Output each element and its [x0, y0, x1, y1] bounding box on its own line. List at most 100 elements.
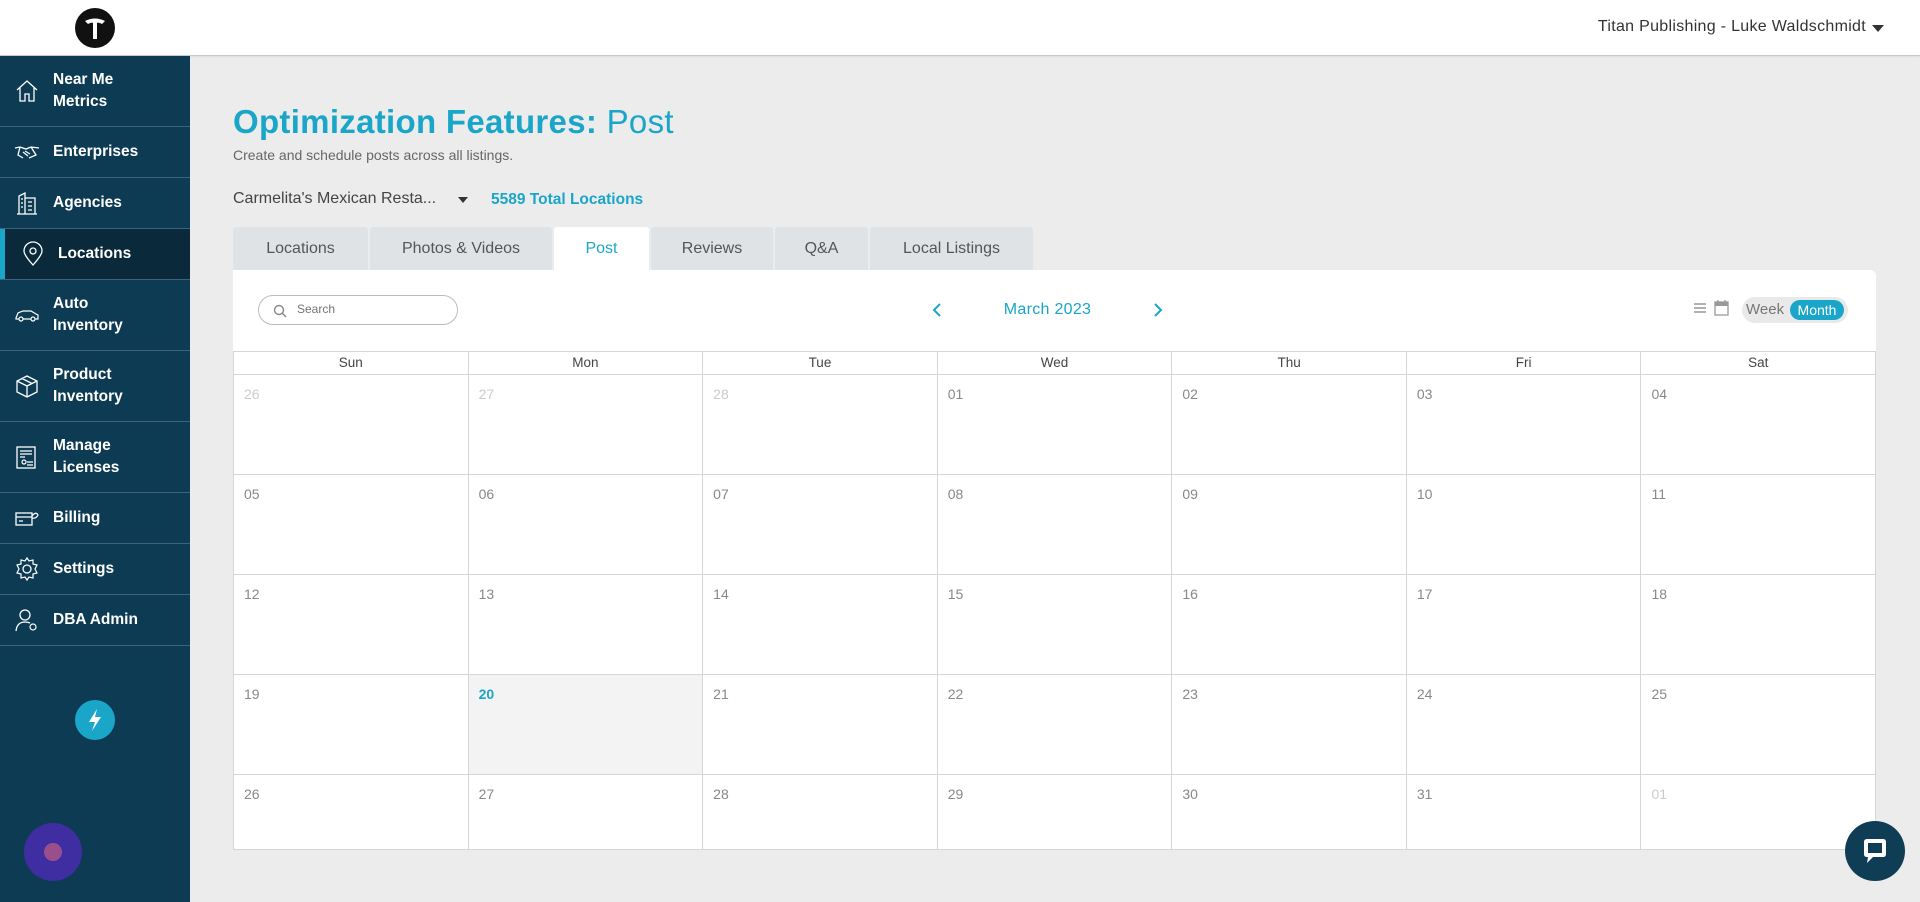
- day-cell[interactable]: 22: [938, 675, 1173, 774]
- day-cell[interactable]: 10: [1407, 475, 1642, 574]
- day-number: 27: [478, 386, 495, 402]
- calendar-view-icon[interactable]: [1714, 300, 1729, 316]
- day-number: 29: [947, 786, 964, 802]
- view-toggle: Week Month: [1742, 297, 1848, 323]
- sidebar-item-enterprises[interactable]: Enterprises: [0, 127, 190, 178]
- day-cell[interactable]: 15: [938, 575, 1173, 674]
- day-cell[interactable]: 25: [1641, 675, 1877, 774]
- search-input[interactable]: [297, 302, 447, 316]
- month-label: March 2023: [1003, 301, 1092, 318]
- top-bar: Titan Publishing - Luke Waldschmidt: [0, 0, 1920, 56]
- day-cell[interactable]: 03: [1407, 375, 1642, 474]
- day-number: 18: [1651, 586, 1668, 602]
- sidebar-item-label: Locations: [58, 245, 132, 262]
- list-view-icon[interactable]: [1693, 301, 1707, 315]
- view-week-button[interactable]: Week: [1746, 301, 1784, 318]
- sidebar-item-auto-inventory[interactable]: Auto Inventory: [0, 280, 190, 351]
- sidebar-item-label: Enterprises: [53, 143, 139, 160]
- day-cell[interactable]: 31: [1407, 775, 1642, 849]
- week-row: 12 13 14 15 16 17 18: [234, 575, 1877, 675]
- day-cell[interactable]: 26: [234, 775, 469, 849]
- day-number: 25: [1651, 686, 1668, 702]
- day-cell[interactable]: 30: [1172, 775, 1407, 849]
- search-icon: [273, 304, 287, 318]
- sidebar-item-label: DBA Admin: [53, 611, 138, 628]
- sidebar-item-label: Agencies: [53, 194, 122, 211]
- view-month-button[interactable]: Month: [1790, 300, 1844, 320]
- admin-user-icon: [15, 609, 37, 632]
- day-number: 01: [947, 386, 964, 402]
- day-of-week-label: Sat: [1641, 352, 1877, 374]
- handshake-icon: [14, 146, 40, 159]
- day-cell[interactable]: 17: [1407, 575, 1642, 674]
- gear-icon: [16, 556, 38, 582]
- day-cell[interactable]: 01: [938, 375, 1173, 474]
- day-cell[interactable]: 07: [703, 475, 938, 574]
- day-cell[interactable]: 28: [703, 775, 938, 849]
- sidebar-item-billing[interactable]: Billing: [0, 493, 190, 544]
- day-cell[interactable]: 06: [469, 475, 704, 574]
- day-of-week-label: Sun: [234, 352, 469, 374]
- tab-reviews[interactable]: Reviews: [651, 227, 773, 270]
- sidebar-item-product-inventory[interactable]: Product Inventory: [0, 351, 190, 422]
- day-cell[interactable]: 04: [1641, 375, 1877, 474]
- day-cell[interactable]: 24: [1407, 675, 1642, 774]
- tab-locations[interactable]: Locations: [233, 227, 368, 270]
- day-cell[interactable]: 29: [938, 775, 1173, 849]
- week-row: 26 27 28 29 30 31 01: [234, 775, 1877, 850]
- day-number: 17: [1416, 586, 1433, 602]
- day-cell[interactable]: 05: [234, 475, 469, 574]
- billing-icon: [15, 512, 39, 526]
- day-cell[interactable]: 26: [234, 375, 469, 474]
- day-cell[interactable]: 01: [1641, 775, 1877, 849]
- day-number: 28: [713, 386, 729, 402]
- day-cell[interactable]: 18: [1641, 575, 1877, 674]
- day-cell[interactable]: 21: [703, 675, 938, 774]
- chevron-right-icon[interactable]: [1150, 301, 1166, 319]
- total-locations-link[interactable]: 5589 Total Locations: [491, 191, 643, 209]
- map-pin-icon: [23, 241, 43, 266]
- day-cell[interactable]: 23: [1172, 675, 1407, 774]
- sidebar-item-label: Product Inventory: [53, 366, 123, 405]
- day-cell[interactable]: 09: [1172, 475, 1407, 574]
- sidebar-item-agencies[interactable]: Agencies: [0, 178, 190, 229]
- day-number: 26: [244, 786, 260, 802]
- day-cell[interactable]: 14: [703, 575, 938, 674]
- assistant-bubble-button[interactable]: [24, 823, 82, 881]
- day-number: 24: [1416, 686, 1433, 702]
- day-cell[interactable]: 16: [1172, 575, 1407, 674]
- day-cell[interactable]: 27: [469, 775, 704, 849]
- sidebar-item-near-me-metrics[interactable]: Near Me Metrics: [0, 56, 190, 127]
- tab-photos-videos[interactable]: Photos & Videos: [370, 227, 552, 270]
- account-caret-icon[interactable]: [1872, 25, 1884, 32]
- chevron-left-icon[interactable]: [929, 301, 945, 319]
- location-select[interactable]: Carmelita's Mexican Resta...: [233, 190, 436, 208]
- day-cell[interactable]: 02: [1172, 375, 1407, 474]
- day-number: 09: [1182, 486, 1198, 502]
- day-of-week-label: Thu: [1172, 352, 1407, 374]
- location-select-caret-icon[interactable]: [458, 197, 468, 203]
- search-box[interactable]: [258, 295, 458, 325]
- day-cell[interactable]: 13: [469, 575, 704, 674]
- sidebar-item-label: Manage Licenses: [53, 437, 120, 476]
- tab-qa[interactable]: Q&A: [775, 227, 868, 270]
- chat-button[interactable]: [1845, 821, 1905, 881]
- day-cell[interactable]: 27: [469, 375, 704, 474]
- day-number: 15: [947, 586, 964, 602]
- day-cell[interactable]: 08: [938, 475, 1173, 574]
- titan-logo-icon[interactable]: [75, 8, 115, 48]
- sidebar-item-locations[interactable]: Locations: [0, 229, 190, 280]
- day-cell[interactable]: 19: [234, 675, 469, 774]
- day-cell[interactable]: 12: [234, 575, 469, 674]
- sidebar-item-settings[interactable]: Settings: [0, 544, 190, 595]
- day-cell[interactable]: 11: [1641, 475, 1877, 574]
- tab-local-listings[interactable]: Local Listings: [870, 227, 1033, 270]
- day-cell[interactable]: 28: [703, 375, 938, 474]
- tab-post[interactable]: Post: [554, 227, 649, 270]
- sidebar-item-manage-licenses[interactable]: Manage Licenses: [0, 422, 190, 493]
- account-name[interactable]: Titan Publishing - Luke Waldschmidt: [1598, 18, 1866, 36]
- sidebar-item-dba-admin[interactable]: DBA Admin: [0, 595, 190, 646]
- day-number: 08: [947, 486, 964, 502]
- lightning-bolt-icon[interactable]: [75, 700, 115, 740]
- day-cell-today[interactable]: 20: [468, 675, 704, 774]
